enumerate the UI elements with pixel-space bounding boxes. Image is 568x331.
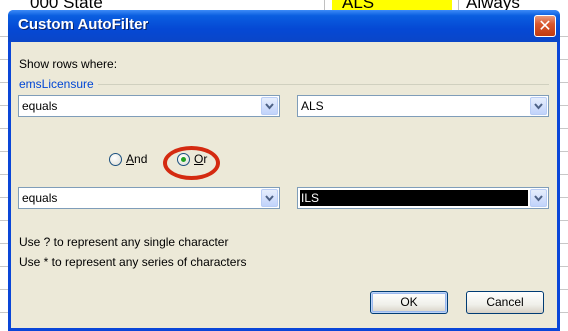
dropdown-button[interactable] [261, 97, 278, 115]
field-name-label: emsLicensure [19, 77, 98, 91]
criteria2-value-combo[interactable]: ILS [297, 187, 549, 209]
chevron-down-icon [534, 103, 543, 110]
custom-autofilter-dialog: Custom AutoFilter ✕ Show rows where: ems… [8, 10, 560, 331]
criteria2-operator-value: equals [22, 191, 58, 205]
wildcard-hint-series: Use * to represent any series of charact… [19, 255, 247, 269]
chevron-down-icon [265, 103, 274, 110]
dialog-title: Custom AutoFilter [18, 16, 149, 33]
close-button[interactable]: ✕ [534, 15, 556, 37]
criteria1-value-combo[interactable]: ALS [297, 95, 549, 117]
cancel-button[interactable]: Cancel [466, 291, 544, 314]
chevron-down-icon [265, 195, 274, 202]
title-bar[interactable]: Custom AutoFilter ✕ [8, 10, 560, 42]
ok-button[interactable]: OK [370, 291, 448, 314]
and-radio-label[interactable]: And [126, 152, 147, 166]
criteria2-value[interactable]: ILS [300, 190, 528, 206]
criteria2-operator-select[interactable]: equals [18, 187, 280, 209]
wildcard-hint-single: Use ? to represent any single character [19, 235, 229, 249]
dropdown-button[interactable] [530, 97, 547, 115]
criteria1-operator-select[interactable]: equals [18, 95, 280, 117]
and-radio[interactable] [109, 153, 122, 166]
dropdown-button[interactable] [530, 189, 547, 207]
annotation-circle [163, 146, 220, 180]
criteria1-operator-value: equals [22, 99, 58, 113]
group-divider [19, 84, 549, 85]
chevron-down-icon [534, 195, 543, 202]
close-icon: ✕ [538, 16, 552, 35]
show-rows-label: Show rows where: [19, 57, 118, 71]
criteria1-value[interactable]: ALS [301, 99, 324, 113]
dropdown-button[interactable] [261, 189, 278, 207]
dialog-body: Show rows where: emsLicensure equals ALS… [11, 42, 557, 328]
